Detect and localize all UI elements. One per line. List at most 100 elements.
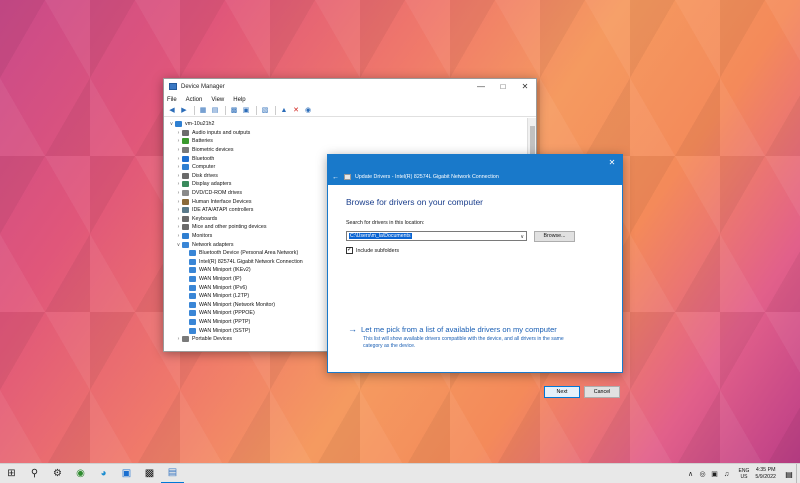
help-icon[interactable]: ▩ bbox=[229, 106, 239, 115]
category-icon bbox=[182, 172, 189, 179]
start-button[interactable]: ⊞ bbox=[0, 464, 23, 483]
disable-device-icon[interactable]: ◉ bbox=[303, 106, 313, 115]
tree-category-label: Computer bbox=[192, 164, 216, 171]
tree-category-label: Audio inputs and outputs bbox=[192, 129, 251, 136]
back-arrow-icon[interactable]: ← bbox=[332, 174, 344, 181]
expand-chevron-icon[interactable]: › bbox=[175, 173, 182, 179]
clock-date: 5/9/2022 bbox=[755, 474, 776, 480]
chevron-down-icon[interactable]: ∨ bbox=[520, 232, 524, 242]
toolbar-separator bbox=[275, 106, 276, 115]
collapse-chevron-icon[interactable]: ∨ bbox=[175, 242, 182, 248]
tree-category-label: Mice and other pointing devices bbox=[192, 224, 267, 231]
pick-from-list-title: Let me pick from a list of available dri… bbox=[361, 325, 557, 334]
tree-category[interactable]: › Audio inputs and outputs bbox=[168, 129, 523, 138]
network-icon[interactable]: ▣ bbox=[709, 470, 721, 478]
menu-action[interactable]: Action bbox=[186, 97, 203, 103]
clock[interactable]: 4:35 PM 5/9/2022 bbox=[755, 467, 776, 481]
expand-chevron-icon[interactable]: › bbox=[175, 199, 182, 205]
dialog-body: Browse for drivers on your computer Sear… bbox=[328, 185, 622, 398]
edge-browser-icon[interactable]: ◕ bbox=[92, 464, 115, 483]
expand-chevron-icon[interactable]: › bbox=[175, 181, 182, 187]
tree-category-label: Human Interface Devices bbox=[192, 198, 252, 205]
network-adapter-label: Intel(R) 82574L Gigabit Network Connecti… bbox=[199, 258, 303, 265]
tree-category-label: Batteries bbox=[192, 138, 213, 145]
input-language[interactable]: ENG US bbox=[739, 468, 750, 480]
network-adapter-label: WAN Miniport (PPTP) bbox=[199, 318, 251, 325]
minimize-button[interactable]: — bbox=[470, 82, 492, 91]
expand-chevron-icon[interactable]: › bbox=[175, 233, 182, 239]
tree-category-label: DVD/CD-ROM drives bbox=[192, 190, 243, 197]
category-icon bbox=[182, 164, 189, 171]
menu-help[interactable]: Help bbox=[233, 97, 245, 103]
device-view-icon[interactable]: ▦ bbox=[198, 106, 208, 115]
scan-hardware-icon[interactable]: ▧ bbox=[260, 106, 270, 115]
expand-chevron-icon[interactable]: › bbox=[175, 207, 182, 213]
maximize-button[interactable]: □ bbox=[492, 82, 514, 91]
dialog-close-icon[interactable]: ✕ bbox=[602, 158, 622, 167]
toolbar-separator bbox=[256, 106, 257, 115]
expand-chevron-icon[interactable]: › bbox=[175, 224, 182, 230]
include-subfolders-row[interactable]: ✓ Include subfolders bbox=[346, 247, 399, 254]
expand-chevron-icon[interactable]: › bbox=[175, 190, 182, 196]
toolbar-separator bbox=[194, 106, 195, 115]
arrow-right-icon: → bbox=[348, 324, 357, 334]
region-code: US bbox=[740, 474, 748, 480]
portable-devices-icon bbox=[182, 336, 189, 343]
tree-category-label: Disk drives bbox=[192, 172, 218, 179]
expand-chevron-icon[interactable]: › bbox=[175, 164, 182, 170]
network-adapter-icon bbox=[189, 284, 196, 291]
dialog-heading: Browse for drivers on your computer bbox=[346, 197, 483, 207]
tree-root[interactable]: ∨ vm-10u21h2 bbox=[168, 120, 523, 129]
chevron-up-icon[interactable]: ∧ bbox=[685, 470, 697, 478]
properties-icon[interactable]: ▤ bbox=[210, 106, 220, 115]
expand-chevron-icon[interactable]: › bbox=[175, 138, 182, 144]
expand-chevron-icon[interactable]: › bbox=[175, 336, 182, 342]
expand-chevron-icon[interactable]: › bbox=[175, 156, 182, 162]
next-button[interactable]: Next bbox=[544, 386, 580, 398]
show-desktop-button[interactable] bbox=[796, 464, 800, 483]
resource-view-icon[interactable]: ▣ bbox=[241, 106, 251, 115]
driver-path-input[interactable]: C:\Users\m_la\Documents ∨ bbox=[346, 231, 527, 241]
xbox-icon[interactable]: ◉ bbox=[69, 464, 92, 483]
category-icon bbox=[182, 198, 189, 205]
device-manager-taskbar-icon[interactable]: ▤ bbox=[161, 464, 184, 483]
settings-gear-icon[interactable]: ⚙ bbox=[46, 464, 69, 483]
collapse-chevron-icon[interactable]: ∨ bbox=[168, 121, 175, 127]
store-icon[interactable]: ▣ bbox=[115, 464, 138, 483]
category-icon bbox=[182, 129, 189, 136]
back-arrow-icon[interactable]: ◀ bbox=[167, 106, 177, 115]
device-manager-titlebar[interactable]: Device Manager — □ ✕ bbox=[164, 79, 536, 94]
cancel-button[interactable]: Cancel bbox=[584, 386, 620, 398]
clock-time: 4:35 PM bbox=[755, 467, 776, 473]
terminal-icon[interactable]: ▩ bbox=[138, 464, 161, 483]
dialog-header: ← Update Drivers - Intel(R) 82574L Gigab… bbox=[328, 169, 622, 185]
category-icon bbox=[182, 241, 189, 248]
network-adapter-label: WAN Miniport (Network Monitor) bbox=[199, 301, 276, 308]
expand-chevron-icon[interactable]: › bbox=[175, 216, 182, 222]
network-adapter-label: WAN Miniport (IPv6) bbox=[199, 284, 248, 291]
update-driver-icon[interactable]: ▲ bbox=[279, 106, 289, 115]
menu-file[interactable]: File bbox=[167, 97, 177, 103]
volume-icon[interactable]: ♫ bbox=[721, 471, 733, 478]
menu-view[interactable]: View bbox=[211, 97, 224, 103]
forward-arrow-icon[interactable]: ▶ bbox=[179, 106, 189, 115]
expand-chevron-icon[interactable]: › bbox=[175, 130, 182, 136]
close-button[interactable]: ✕ bbox=[514, 82, 536, 91]
network-adapter-icon bbox=[189, 258, 196, 265]
include-subfolders-checkbox[interactable]: ✓ bbox=[346, 247, 353, 254]
expand-chevron-icon[interactable]: › bbox=[175, 147, 182, 153]
uninstall-device-icon[interactable]: ✕ bbox=[291, 106, 301, 115]
tree-category[interactable]: › Batteries bbox=[168, 137, 523, 146]
security-icon[interactable]: ◎ bbox=[697, 470, 709, 478]
category-icon bbox=[182, 233, 189, 240]
update-drivers-dialog: ✕ ← Update Drivers - Intel(R) 82574L Gig… bbox=[327, 154, 623, 398]
network-adapter-icon bbox=[189, 293, 196, 300]
search-icon[interactable]: ⚲ bbox=[23, 464, 46, 483]
notification-icon[interactable]: ▤ bbox=[782, 470, 796, 479]
category-icon bbox=[182, 190, 189, 197]
taskbar: ⊞ ⚲ ⚙ ◉ ◕ ▣ ▩ ▤ ∧ ◎ ▣ ♫ ENG US 4:35 PM 5… bbox=[0, 463, 800, 483]
browse-button[interactable]: Browse... bbox=[534, 231, 575, 242]
pick-from-list-link[interactable]: → Let me pick from a list of available d… bbox=[348, 324, 557, 335]
tree-category-label: Bluetooth bbox=[192, 155, 215, 162]
dialog-titlebar[interactable]: ✕ bbox=[328, 155, 622, 169]
